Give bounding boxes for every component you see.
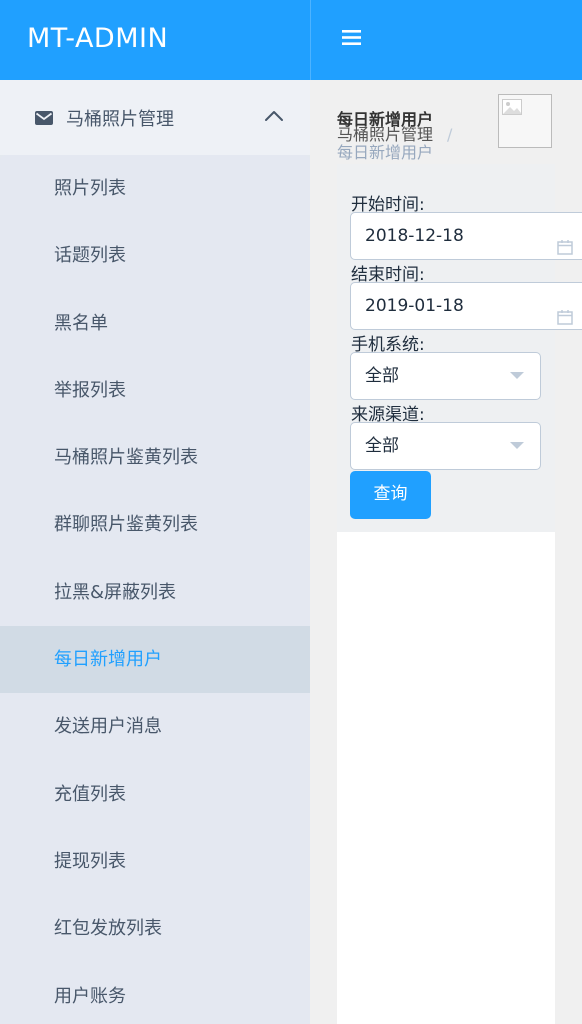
sidebar-item-recharge-list[interactable]: 充值列表 <box>0 761 310 828</box>
sidebar: MT-ADMIN 马桶照片管理 照片列表 话题列表 黑名单 举报列表 马桶照片鉴… <box>0 0 310 1024</box>
brand-logo[interactable]: MT-ADMIN <box>0 0 310 80</box>
calendar-icon[interactable] <box>557 227 573 273</box>
sidebar-item-red-packet-list[interactable]: 红包发放列表 <box>0 895 310 962</box>
content-panel: 开始时间: 2018-12-18 结束时间: 2019-01-18 手机系统: … <box>337 164 582 1024</box>
start-date-input[interactable]: 2018-12-18 <box>350 212 582 260</box>
broken-image-icon <box>498 94 552 148</box>
query-button[interactable]: 查询 <box>350 471 431 519</box>
sidebar-item-daily-new-users[interactable]: 每日新增用户 <box>0 626 310 694</box>
channel-select-value: 全部 <box>365 436 399 456</box>
menu-group-label: 马桶照片管理 <box>66 108 174 130</box>
breadcrumb-item-parent[interactable]: 马桶照片管理 <box>337 125 433 144</box>
calendar-icon[interactable] <box>557 297 573 343</box>
sidebar-item-report-list[interactable]: 举报列表 <box>0 357 310 424</box>
sidebar-item-user-account[interactable]: 用户账务 <box>0 963 310 1024</box>
sidebar-item-photo-list[interactable]: 照片列表 <box>0 155 310 222</box>
channel-select[interactable]: 全部 <box>350 422 541 470</box>
top-bar <box>310 0 582 80</box>
os-select-value: 全部 <box>365 366 399 386</box>
main-content: 每日新增用户 马桶照片管理 / 每日新增用户 开始时间: 2018-12-18 结… <box>310 80 582 1024</box>
submenu: 照片列表 话题列表 黑名单 举报列表 马桶照片鉴黄列表 群聊照片鉴黄列表 拉黑&… <box>0 155 310 1024</box>
caret-down-icon <box>510 372 524 379</box>
end-date-input[interactable]: 2019-01-18 <box>350 282 582 330</box>
menu-group-photo-management[interactable]: 马桶照片管理 <box>0 80 310 155</box>
breadcrumb: 马桶照片管理 / <box>337 126 452 144</box>
breadcrumb-item-current: 每日新增用户 <box>337 143 434 162</box>
hamburger-icon[interactable] <box>342 29 361 50</box>
end-date-value: 2019-01-18 <box>365 296 464 316</box>
filter-form: 开始时间: 2018-12-18 结束时间: 2019-01-18 手机系统: … <box>337 164 582 532</box>
sidebar-item-send-message[interactable]: 发送用户消息 <box>0 693 310 760</box>
mail-icon <box>34 110 54 126</box>
sidebar-item-group-photo-review[interactable]: 群聊照片鉴黄列表 <box>0 491 310 558</box>
os-select[interactable]: 全部 <box>350 352 541 400</box>
start-date-value: 2018-12-18 <box>365 226 464 246</box>
caret-down-icon <box>510 442 524 449</box>
breadcrumb-separator: / <box>447 125 453 144</box>
sidebar-item-toilet-photo-review[interactable]: 马桶照片鉴黄列表 <box>0 424 310 491</box>
sidebar-item-blacklist[interactable]: 黑名单 <box>0 290 310 357</box>
chevron-up-icon[interactable] <box>264 106 284 127</box>
sidebar-item-block-list[interactable]: 拉黑&屏蔽列表 <box>0 559 310 626</box>
sidebar-item-withdraw-list[interactable]: 提现列表 <box>0 828 310 895</box>
sidebar-item-topic-list[interactable]: 话题列表 <box>0 222 310 289</box>
